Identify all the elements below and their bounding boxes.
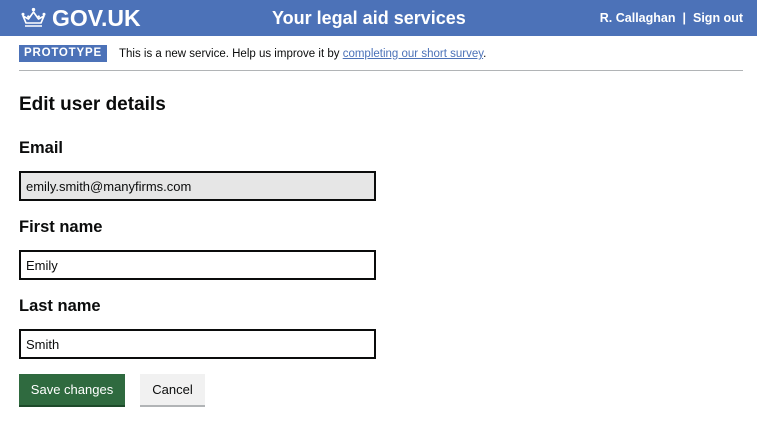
user-name: R. Callaghan <box>599 11 676 25</box>
cancel-button[interactable]: Cancel <box>140 374 205 405</box>
first-name-field[interactable] <box>19 250 376 280</box>
email-label: Email <box>19 139 64 157</box>
phase-banner-text-after: . <box>483 48 487 60</box>
last-name-field[interactable] <box>19 329 376 359</box>
last-name-label: Last name <box>19 297 101 315</box>
site-header: GOV.UK Your legal aid services R. Callag… <box>0 0 757 36</box>
user-nav: R. Callaghan | Sign out <box>600 11 743 25</box>
phase-tag: PROTOTYPE <box>19 45 107 62</box>
phase-banner-text: This is a new service. Help us improve i… <box>119 47 486 61</box>
sign-out-link[interactable]: Sign out <box>693 11 743 25</box>
phase-banner-text-before: This is a new service. Help us improve i… <box>119 48 343 60</box>
survey-link[interactable]: completing our short survey <box>343 48 483 60</box>
nav-separator: | <box>682 11 687 25</box>
phase-banner: PROTOTYPE This is a new service. Help us… <box>19 36 743 71</box>
logo-text: GOV.UK <box>52 5 141 31</box>
page-title: Edit user details <box>19 94 166 115</box>
first-name-label: First name <box>19 218 103 236</box>
service-name[interactable]: Your legal aid services <box>272 8 466 28</box>
save-changes-button[interactable]: Save changes <box>19 374 125 405</box>
crown-icon <box>21 7 46 27</box>
govuk-logo-link[interactable]: GOV.UK <box>20 6 141 30</box>
email-field[interactable] <box>19 171 376 201</box>
